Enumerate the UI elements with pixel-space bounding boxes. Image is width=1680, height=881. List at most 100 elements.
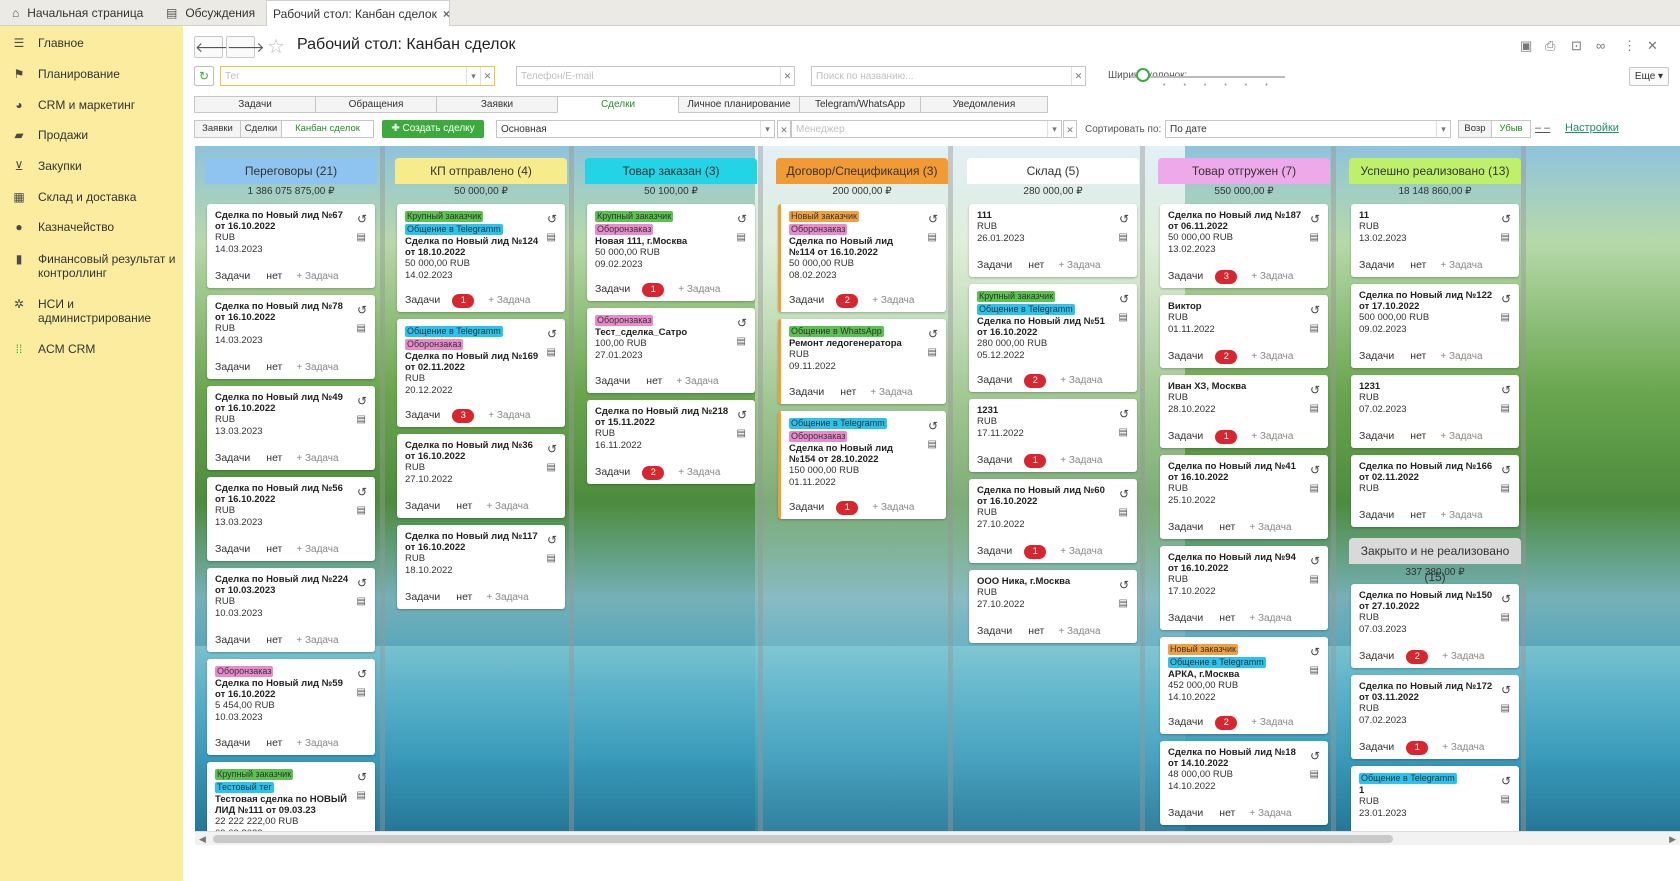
search-field[interactable] (812, 67, 1085, 85)
close-icon[interactable]: × (443, 7, 450, 21)
column-header[interactable]: Товар отгружен (7) (1158, 158, 1330, 184)
history-icon[interactable]: ↺ (928, 327, 938, 341)
deal-card[interactable]: 11 RUB 13.02.2023 ↺ ▤ Задачи нет + Задача (1351, 204, 1519, 277)
tasks-label[interactable]: Задачи (1168, 269, 1203, 283)
tasks-label[interactable]: Задачи (1359, 349, 1394, 363)
add-task-link[interactable]: + Задача (1060, 545, 1102, 559)
document-icon[interactable]: ▤ (1119, 598, 1128, 609)
deal-card[interactable]: Сделка по Новый лид №187 от 06.11.2022 50… (1160, 204, 1328, 288)
sidebar-item-main[interactable]: ☰ Главное (0, 36, 183, 50)
deal-card[interactable]: 1231 RUB 17.11.2022 ↺ ▤ Задачи 1 + Задача (969, 399, 1137, 472)
history-icon[interactable]: ↺ (1310, 303, 1320, 317)
deal-card[interactable]: Сделка по Новый лид №172 от 03.11.2022 RU… (1351, 675, 1519, 759)
funnel-field[interactable] (497, 121, 774, 137)
tasks-label[interactable]: Задачи (405, 293, 440, 307)
history-icon[interactable]: ↺ (1119, 487, 1129, 501)
clear-icon[interactable]: ✕ (480, 67, 494, 85)
document-icon[interactable]: ▤ (357, 596, 366, 607)
deal-card[interactable]: Сделка по Новый лид №218 от 15.11.2022 RU… (587, 400, 755, 484)
add-task-link[interactable]: + Задача (296, 270, 338, 284)
history-icon[interactable]: ↺ (928, 419, 938, 433)
add-task-link[interactable]: + Задача (296, 634, 338, 648)
tab-telegram-whatsapp[interactable]: Telegram/WhatsApp (799, 96, 921, 113)
tasks-label[interactable]: Задачи (405, 590, 440, 604)
add-task-link[interactable]: + Задача (296, 452, 338, 466)
history-icon[interactable]: ↺ (547, 533, 557, 547)
deal-card[interactable]: Сделка по Новый лид №18 от 14.10.2022 48 … (1160, 741, 1328, 825)
deal-card[interactable]: Сделка по Новый лид №117 от 16.10.2022 RU… (397, 525, 565, 609)
document-icon[interactable]: ▤ (1310, 769, 1319, 780)
document-icon[interactable]: ▤ (1501, 794, 1510, 805)
document-icon[interactable]: ▤ (357, 323, 366, 334)
tasks-label[interactable]: Задачи (405, 408, 440, 422)
tab-tasks[interactable]: Задачи (194, 96, 316, 113)
add-task-link[interactable]: + Задача (1251, 430, 1293, 444)
tasks-count-badge[interactable]: 2 (1406, 650, 1429, 664)
sidebar-item-acm-crm[interactable]: ⁞⁞ ACM CRM (0, 342, 183, 356)
history-icon[interactable]: ↺ (1310, 554, 1320, 568)
save-icon[interactable]: ▣ (1520, 38, 1532, 54)
deal-card[interactable]: 111 RUB 26.01.2023 ↺ ▤ Задачи нет + Задача (969, 204, 1137, 277)
add-task-link[interactable]: + Задача (488, 409, 530, 423)
search-input[interactable]: ✕ (811, 66, 1086, 86)
deal-card[interactable]: Сделка по Новый лид №78 от 16.10.2022 RUB… (207, 295, 375, 379)
history-icon[interactable]: ↺ (547, 212, 557, 226)
manager-select[interactable]: ▾ (791, 120, 1062, 138)
column-width-slider-track[interactable] (1130, 76, 1285, 78)
tasks-label[interactable]: Задачи (1359, 508, 1394, 522)
add-task-link[interactable]: + Задача (872, 294, 914, 308)
document-icon[interactable]: ▤ (1310, 574, 1319, 585)
phone-email-field[interactable] (517, 67, 794, 85)
tasks-label[interactable]: Задачи (789, 385, 824, 399)
document-icon[interactable]: ▤ (1310, 232, 1319, 243)
deal-card[interactable]: Сделка по Новый лид №122 от 17.10.2022 50… (1351, 284, 1519, 368)
dropdown-icon[interactable]: ▾ (1047, 121, 1061, 137)
deal-card[interactable]: Сделка по Новый лид №166 от 02.11.2022 RU… (1351, 455, 1519, 527)
column-header[interactable]: КП отправлено (4) (395, 158, 567, 184)
refresh-icon[interactable]: ↻ (194, 66, 214, 86)
tab-personal-planning[interactable]: Личное планирование (678, 96, 800, 113)
deal-card[interactable]: Сделка по Новый лид №67 от 16.10.2022 RUB… (207, 204, 375, 288)
sort-field[interactable] (1166, 121, 1450, 137)
tasks-count-badge[interactable]: 1 (452, 294, 475, 308)
sort-select[interactable]: ▾ (1165, 120, 1451, 138)
deal-card[interactable]: Сделка по Новый лид №49 от 16.10.2022 RUB… (207, 386, 375, 470)
tasks-label[interactable]: Задачи (1359, 649, 1394, 663)
add-task-link[interactable]: + Задача (872, 501, 914, 515)
add-task-link[interactable]: + Задача (1058, 625, 1100, 639)
sidebar-item-admin[interactable]: ✲ НСИ и администрирование (0, 297, 183, 325)
history-icon[interactable]: ↺ (1310, 749, 1320, 763)
tasks-label[interactable]: Задачи (215, 451, 250, 465)
document-icon[interactable]: ▤ (1310, 665, 1319, 676)
tasks-label[interactable]: Задачи (789, 293, 824, 307)
history-icon[interactable]: ↺ (1310, 463, 1320, 477)
tasks-count-badge[interactable]: 1 (1024, 454, 1047, 468)
tasks-label[interactable]: Задачи (1168, 715, 1203, 729)
document-icon[interactable]: ▤ (1310, 323, 1319, 334)
tasks-label[interactable]: Задачи (977, 453, 1012, 467)
tasks-count-badge[interactable]: 3 (452, 409, 475, 423)
add-task-link[interactable]: + Задача (1442, 741, 1484, 755)
add-task-link[interactable]: + Задача (296, 361, 338, 375)
add-task-link[interactable]: + Задача (1251, 716, 1293, 730)
tasks-count-badge[interactable]: 1 (1406, 741, 1429, 755)
tasks-count-badge[interactable]: 2 (642, 466, 665, 480)
document-icon[interactable]: ▤ (1119, 507, 1128, 518)
subtab-applications[interactable]: Заявки (194, 120, 241, 138)
tasks-label[interactable]: Задачи (977, 544, 1012, 558)
close-window-icon[interactable]: ✕ (1647, 38, 1658, 54)
print-icon[interactable]: ⎙ (1545, 38, 1555, 54)
phone-email-input[interactable]: ✕ (516, 66, 795, 86)
tasks-label[interactable]: Задачи (595, 465, 630, 479)
add-task-link[interactable]: + Задача (678, 283, 720, 297)
add-task-link[interactable]: + Задача (296, 543, 338, 557)
deal-card[interactable]: Общение в Telegramm Оборонзаказ Сделка по … (778, 411, 946, 519)
tasks-label[interactable]: Задачи (1168, 806, 1203, 820)
history-icon[interactable]: ↺ (737, 408, 747, 422)
deal-card[interactable]: Иван ХЗ, Москва RUB 28.10.2022 ↺ ▤ Задачи 1 + З… (1160, 375, 1328, 448)
add-task-link[interactable]: + Задача (1060, 374, 1102, 388)
manager-field[interactable] (792, 121, 1061, 137)
document-icon[interactable]: ▤ (1501, 312, 1510, 323)
tasks-label[interactable]: Задачи (215, 633, 250, 647)
tab-applications[interactable]: Заявки (436, 96, 558, 113)
